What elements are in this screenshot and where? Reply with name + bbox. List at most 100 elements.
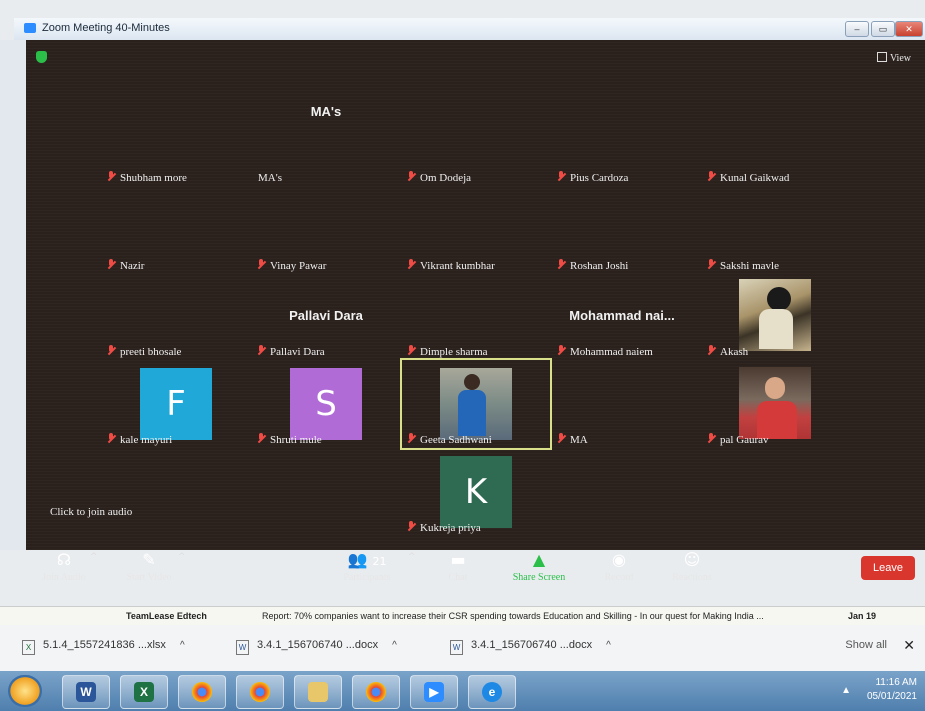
chrome-icon[interactable] xyxy=(178,675,226,709)
chevron-up-icon[interactable]: ^ xyxy=(408,552,416,562)
show-all-downloads-link[interactable]: Show all xyxy=(845,639,887,651)
system-clock[interactable]: 11:16 AM 05/01/2021 xyxy=(867,676,917,704)
zoom-icon[interactable]: ▶ xyxy=(410,675,458,709)
chevron-up-icon[interactable]: ^ xyxy=(392,640,397,651)
share-screen-button[interactable]: ▲ Share Screen xyxy=(504,550,574,583)
participant-tile[interactable]: Vikrant kumbhar xyxy=(402,186,550,274)
minimize-button[interactable]: ‒ xyxy=(845,21,869,37)
participants-icon: 👥 21 xyxy=(347,550,387,569)
muted-mic-icon xyxy=(708,345,715,356)
participant-tile[interactable]: Shubham more xyxy=(102,98,250,186)
participant-tile[interactable]: K Kukreja priya xyxy=(402,448,550,536)
participant-name: Pius Cardoza xyxy=(558,171,628,184)
close-downloads-icon[interactable]: ✕ xyxy=(903,637,915,654)
windows-taskbar: W X ▶ e ▲ 11:16 AM 05/01/2021 xyxy=(0,671,925,711)
security-shield-icon[interactable] xyxy=(36,51,47,63)
muted-mic-icon xyxy=(408,259,415,270)
record-button[interactable]: ◉ Record xyxy=(594,550,644,583)
muted-mic-icon xyxy=(408,433,415,444)
participant-tile-active-speaker[interactable]: Geeta Sadhwani xyxy=(400,358,552,450)
muted-mic-icon xyxy=(408,345,415,356)
muted-mic-icon xyxy=(108,433,115,444)
internet-explorer-icon[interactable]: e xyxy=(468,675,516,709)
participant-tile[interactable]: Mohammad nai... Mohammad naiem xyxy=(552,272,712,360)
participant-name: Roshan Joshi xyxy=(558,259,628,272)
news-source: TeamLease Edtech xyxy=(126,611,207,621)
file-explorer-icon[interactable] xyxy=(294,675,342,709)
participant-video xyxy=(739,367,811,439)
news-headline[interactable]: Report: 70% companies want to increase t… xyxy=(262,611,764,621)
chevron-up-icon[interactable]: ^ xyxy=(90,552,98,562)
participant-tile[interactable]: Akash xyxy=(702,272,850,360)
participant-tile[interactable]: pal Gaurav xyxy=(702,360,850,448)
participant-tile[interactable]: Kunal Gaikwad xyxy=(702,98,850,186)
view-button[interactable]: View xyxy=(876,52,911,64)
participant-tile[interactable]: Nazir xyxy=(102,186,250,274)
muted-mic-icon xyxy=(408,521,415,532)
click-to-join-audio-link[interactable]: Click to join audio xyxy=(50,506,132,518)
participant-tile[interactable]: S Shruti mule xyxy=(252,360,400,448)
participant-name: pal Gaurav xyxy=(708,433,769,446)
participant-name: Mohammad naiem xyxy=(558,345,653,358)
headphones-icon: ☊ xyxy=(56,550,72,569)
close-button[interactable]: ✕ xyxy=(895,21,923,37)
participant-name: Kunal Gaikwad xyxy=(708,171,789,184)
participant-tile[interactable]: Pallavi Dara Pallavi Dara xyxy=(252,272,400,360)
participant-name: Kukreja priya xyxy=(408,521,481,534)
download-item[interactable]: X 5.1.4_1557241836 ...xlsx ^ xyxy=(22,639,185,655)
participant-tile[interactable]: Dimple sharma xyxy=(402,272,550,360)
download-item[interactable]: W 3.4.1_156706740 ...docx ^ xyxy=(450,639,611,655)
start-button[interactable] xyxy=(8,675,42,707)
muted-mic-icon xyxy=(108,345,115,356)
muted-mic-icon xyxy=(108,171,115,182)
participant-tile[interactable]: Om Dodeja xyxy=(402,98,550,186)
window-left-edge xyxy=(0,40,26,550)
news-date: Jan 19 xyxy=(848,611,877,621)
participant-video xyxy=(739,279,811,351)
leave-button[interactable]: Leave xyxy=(861,556,915,580)
record-icon: ◉ xyxy=(612,550,626,569)
chevron-up-icon[interactable]: ^ xyxy=(606,640,611,651)
participant-avatar: S xyxy=(290,368,362,440)
participant-tile[interactable]: Vinay Pawar xyxy=(252,186,400,274)
muted-mic-icon xyxy=(408,171,415,182)
muted-mic-icon xyxy=(258,433,265,444)
muted-mic-icon xyxy=(558,171,565,182)
meeting-gallery: View MA's Shubham more MA's Om Dodeja Pi… xyxy=(26,40,925,583)
participant-tile[interactable]: preeti bhosale xyxy=(102,272,250,360)
word-icon[interactable]: W xyxy=(62,675,110,709)
reactions-button[interactable]: ☺ Reactions xyxy=(662,550,722,583)
tray-overflow-icon[interactable]: ▲ xyxy=(841,685,851,696)
chat-button[interactable]: ▬ Chat xyxy=(438,550,478,583)
participant-name: preeti bhosale xyxy=(108,345,181,358)
participant-video xyxy=(440,368,512,440)
participant-tile[interactable]: MA's xyxy=(252,98,400,186)
news-ticker: TeamLease Edtech Report: 70% companies w… xyxy=(0,606,925,626)
participants-count: 21 xyxy=(372,555,387,568)
participant-tile[interactable]: Pius Cardoza xyxy=(552,98,700,186)
join-audio-button[interactable]: ☊ Join Audio ^ xyxy=(34,550,97,583)
participant-tile[interactable]: F kale mayuri xyxy=(102,360,250,448)
downloads-bar: X 5.1.4_1557241836 ...xlsx ^ W 3.4.1_156706… xyxy=(0,625,925,672)
download-item[interactable]: W 3.4.1_156706740 ...docx ^ xyxy=(236,639,397,655)
participant-tile[interactable]: Sakshi mavle xyxy=(702,186,850,274)
muted-mic-icon xyxy=(258,345,265,356)
excel-icon[interactable]: X xyxy=(120,675,168,709)
participant-tile[interactable]: Roshan Joshi xyxy=(552,186,700,274)
participant-name: Vikrant kumbhar xyxy=(408,259,495,272)
chrome-profile-icon-2[interactable] xyxy=(352,675,400,709)
clock-date: 05/01/2021 xyxy=(866,691,917,702)
muted-mic-icon xyxy=(558,345,565,356)
participant-name: Om Dodeja xyxy=(408,171,471,184)
chevron-up-icon[interactable]: ^ xyxy=(180,640,185,651)
chevron-up-icon[interactable]: ^ xyxy=(178,552,186,562)
muted-mic-icon xyxy=(708,433,715,444)
reactions-icon: ☺ xyxy=(683,550,701,569)
chrome-profile-icon[interactable] xyxy=(236,675,284,709)
share-screen-icon: ▲ xyxy=(532,550,546,569)
participant-name: Sakshi mavle xyxy=(708,259,779,272)
maximize-button[interactable]: ▭ xyxy=(871,21,895,37)
participant-tile[interactable]: MA xyxy=(552,360,700,448)
start-video-button[interactable]: ✎ Start Video ^ xyxy=(116,550,185,583)
participants-button[interactable]: 👥 21 Participants ^ xyxy=(332,550,415,583)
